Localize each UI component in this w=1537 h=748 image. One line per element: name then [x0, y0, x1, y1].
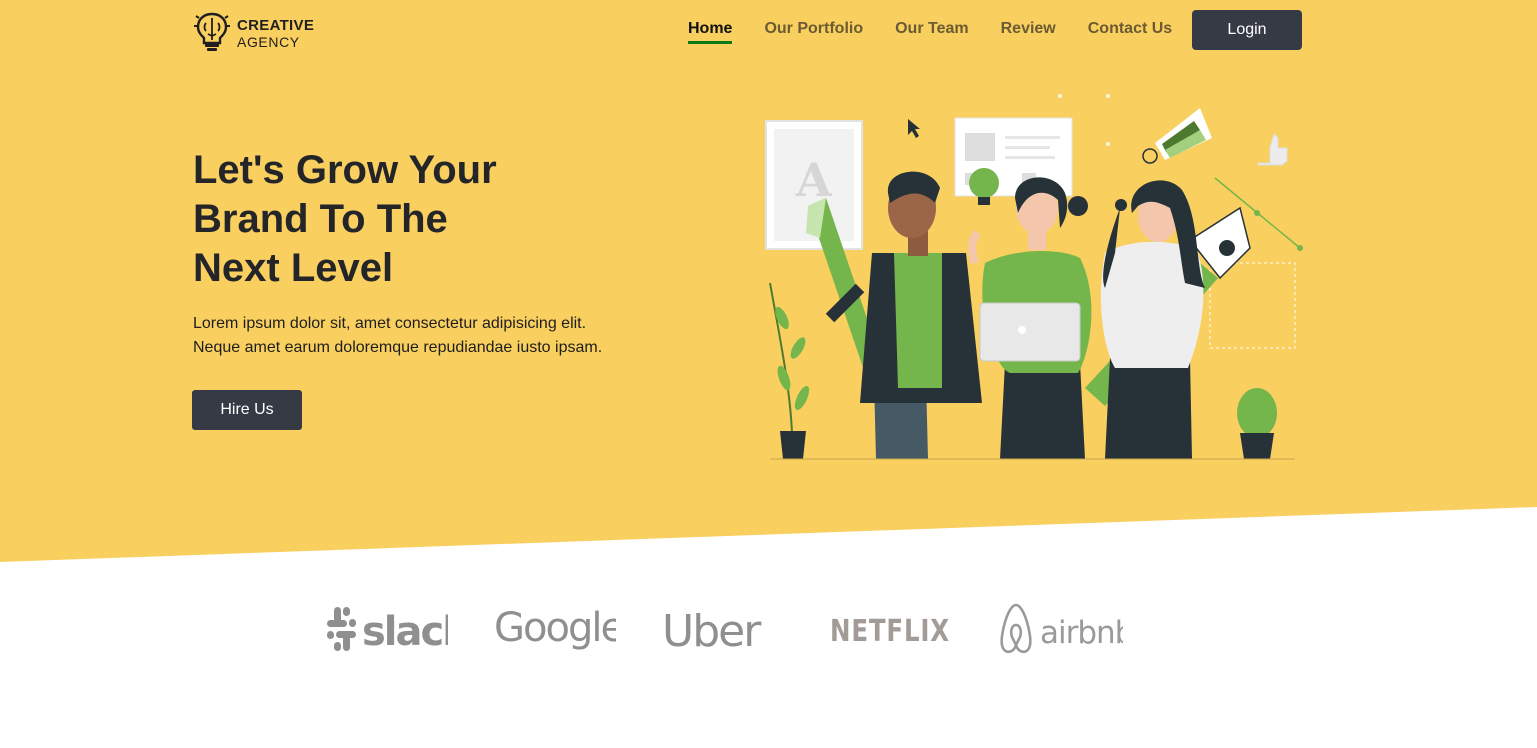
team-illustration: A [765, 94, 1303, 460]
logo-line-2: AGENCY [237, 33, 300, 50]
landing-page: CREATIVE AGENCY Home Our Portfolio Our T… [0, 0, 1537, 748]
netflix-logo: NETFLIX [830, 598, 955, 660]
logo-line-1: CREATIVE [237, 16, 315, 34]
nav-contact-us[interactable]: Contact Us [1088, 20, 1172, 44]
login-button[interactable]: Login [1192, 10, 1302, 50]
slack-logo: slack [326, 598, 448, 660]
hero-title-line-2: Brand To The [193, 197, 448, 241]
nav-home[interactable]: Home [688, 20, 733, 44]
cactus [1237, 388, 1277, 459]
svg-text:slack: slack [362, 609, 448, 655]
lightbulb-brain-icon [193, 10, 231, 57]
svg-text:Uber: Uber [662, 606, 762, 657]
hero-description: Lorem ipsum dolor sit, amet consectetur … [193, 312, 633, 360]
hero-title-line-3: Next Level [193, 246, 394, 290]
nav-review[interactable]: Review [1001, 20, 1056, 44]
hero-title: Let's Grow Your Brand To The Next Level [193, 146, 613, 293]
logo[interactable]: CREATIVE AGENCY [193, 10, 314, 57]
nav-menu: Home Our Portfolio Our Team Review Conta… [688, 20, 1172, 44]
hero-title-line-1: Let's Grow Your [193, 148, 497, 192]
navbar: CREATIVE AGENCY Home Our Portfolio Our T… [0, 0, 1537, 60]
plant-left [769, 282, 810, 459]
nav-our-team[interactable]: Our Team [895, 20, 969, 44]
svg-text:airbnb: airbnb [1040, 615, 1123, 651]
color-swatch [1142, 108, 1212, 164]
airbnb-logo: airbnb [998, 598, 1123, 660]
woman-middle-figure [968, 177, 1092, 459]
brand-logos: slack Google Uber NETFLIX airbnb [326, 598, 1126, 660]
google-logo: Google [494, 598, 616, 660]
woman-right-figure [1100, 180, 1205, 459]
hero-description-line-2: Neque amet earum doloremque repudiandae … [193, 339, 603, 356]
hero-description-line-1: Lorem ipsum dolor sit, amet consectetur … [193, 315, 587, 332]
uber-logo: Uber [662, 598, 784, 660]
svg-text:Google: Google [494, 605, 616, 651]
nav-our-portfolio[interactable]: Our Portfolio [764, 20, 863, 44]
hire-us-button[interactable]: Hire Us [192, 390, 302, 430]
svg-text:A: A [795, 153, 833, 207]
svg-text:NETFLIX: NETFLIX [830, 614, 950, 649]
